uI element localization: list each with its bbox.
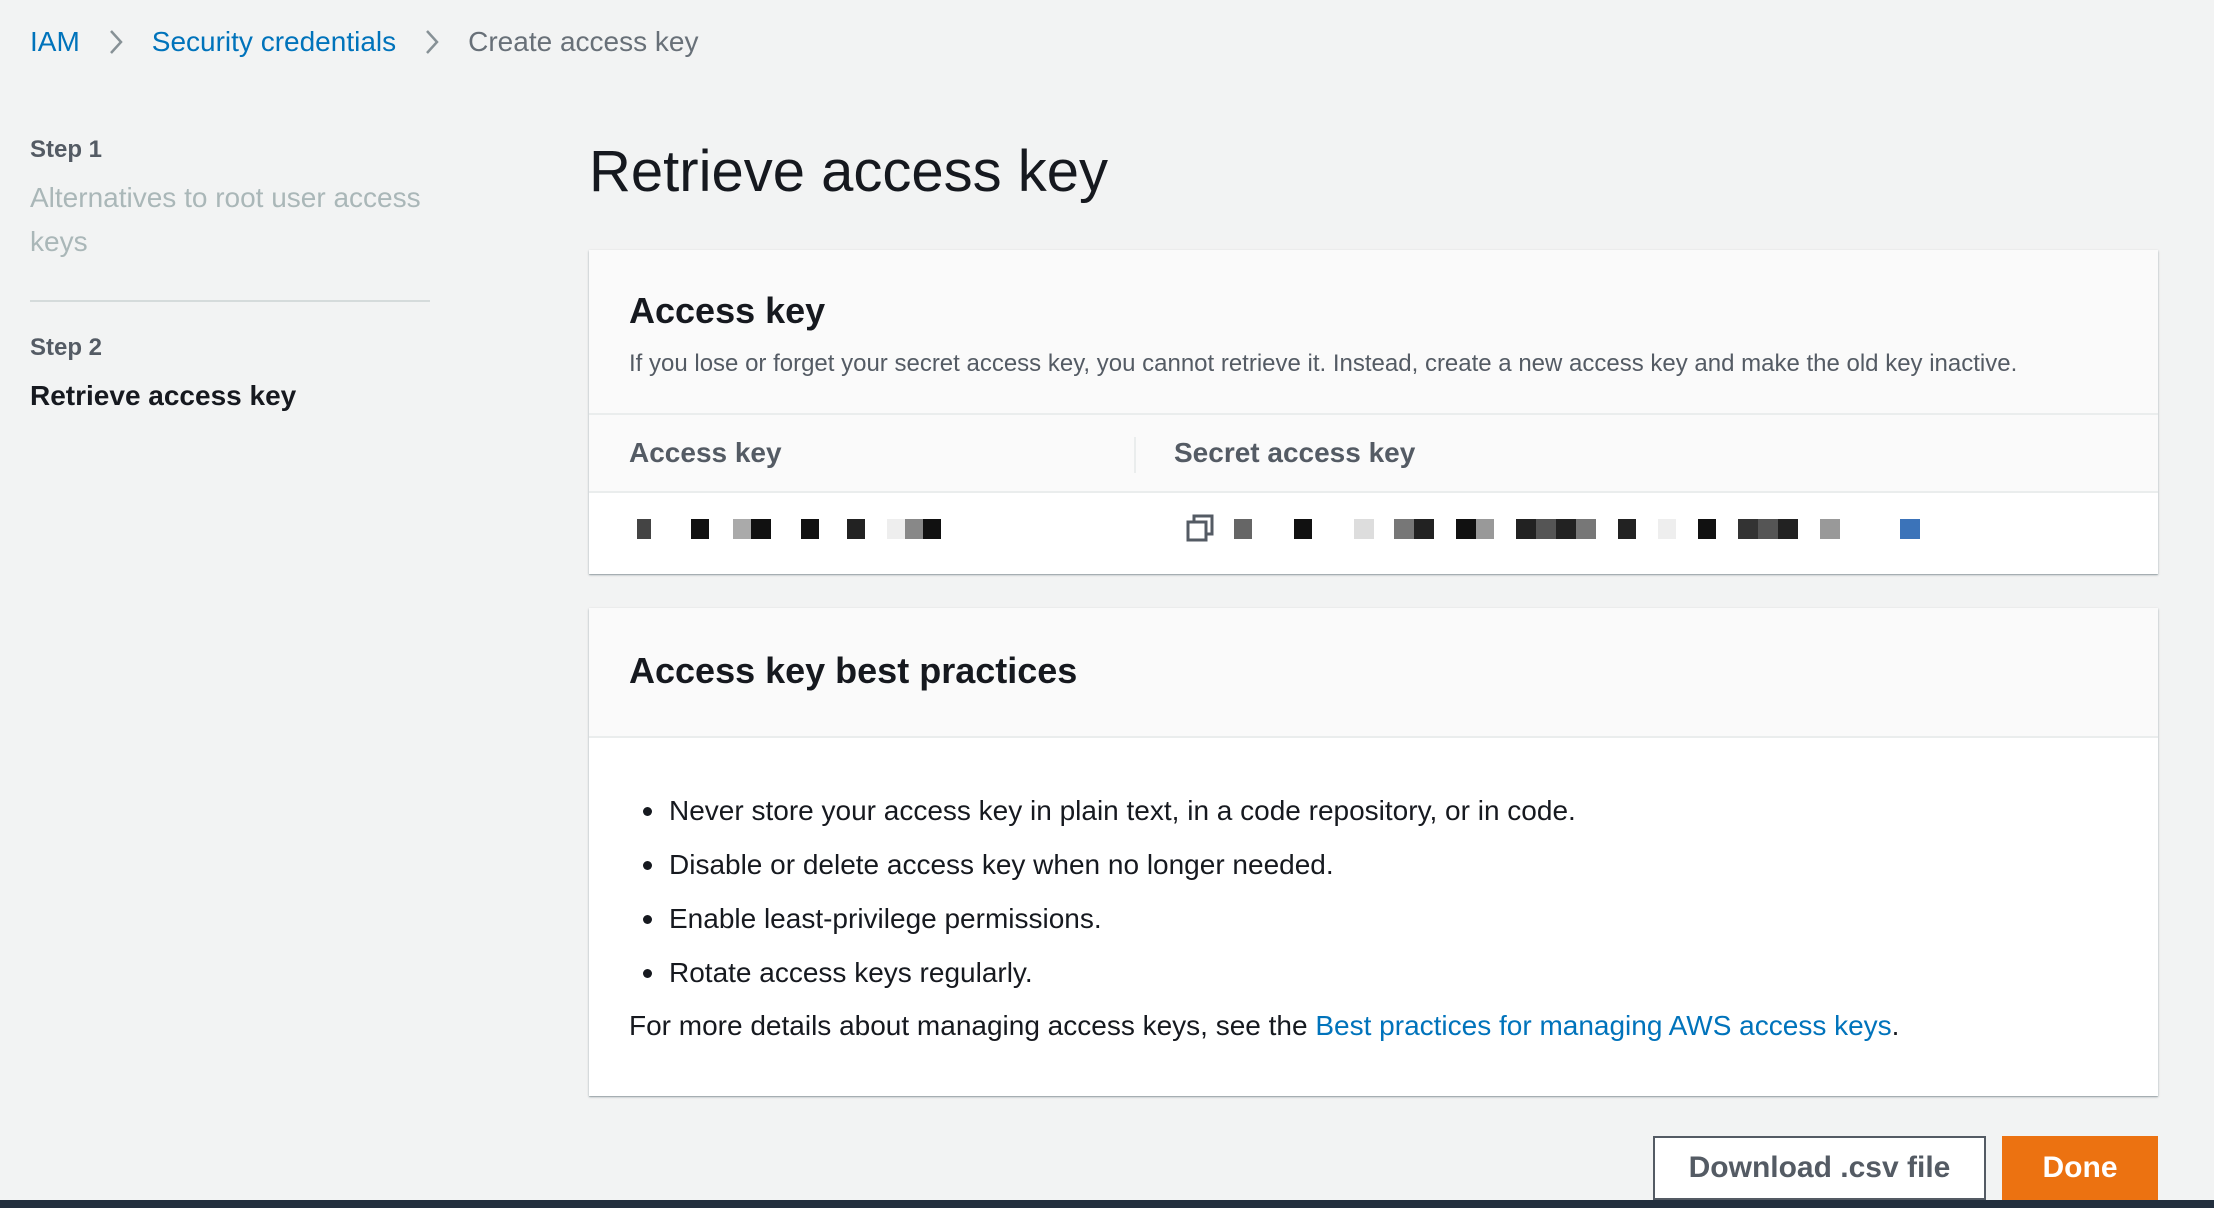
step-1: Step 1 Alternatives to root user access … [30, 136, 430, 264]
best-practices-link[interactable]: Best practices for managing AWS access k… [1315, 1010, 1891, 1041]
step-divider [30, 300, 430, 302]
access-key-panel-header: Access key If you lose or forget your se… [589, 250, 2158, 415]
copy-icon[interactable] [1185, 513, 1215, 543]
best-practices-list: Never store your access key in plain tex… [589, 738, 2158, 1000]
access-key-panel: Access key If you lose or forget your se… [589, 250, 2158, 574]
breadcrumb-iam-link[interactable]: IAM [30, 26, 80, 58]
step-2-number: Step 2 [30, 334, 103, 361]
list-item: Never store your access key in plain tex… [629, 784, 2118, 838]
list-item: Rotate access keys regularly. [629, 946, 2118, 1000]
breadcrumb-current: Create access key [468, 26, 699, 57]
page: IAM Security credentials Create access k… [0, 0, 2214, 1208]
best-practices-more-info: For more details about managing access k… [589, 1000, 2158, 1042]
step-2: Step 2 Retrieve access key [30, 334, 430, 418]
wizard-steps: Step 1 Alternatives to root user access … [30, 136, 430, 418]
breadcrumb-security-credentials-link[interactable]: Security credentials [152, 26, 396, 58]
step-1-number: Step 1 [30, 136, 103, 163]
bottom-bar [0, 1200, 2214, 1208]
access-key-table-header: Access key Secret access key [589, 415, 2158, 493]
access-key-panel-title: Access key [629, 290, 826, 331]
more-info-prefix: For more details about managing access k… [629, 1010, 1316, 1041]
breadcrumb: IAM Security credentials Create access k… [30, 22, 698, 62]
list-item: Enable least-privilege permissions. [629, 892, 2118, 946]
access-key-panel-description: If you lose or forget your secret access… [629, 350, 2018, 377]
step-1-title: Alternatives to root user access keys [30, 182, 421, 257]
more-info-suffix: . [1891, 1010, 1900, 1041]
column-divider [1134, 437, 1136, 473]
chevron-right-icon [396, 29, 468, 55]
chevron-right-icon [80, 29, 152, 55]
access-key-table-row [589, 493, 2158, 572]
best-practices-panel-header: Access key best practices [589, 608, 2158, 738]
secret-access-key-column-header: Secret access key [1174, 437, 1416, 468]
access-key-column-header: Access key [629, 437, 782, 468]
step-2-title: Retrieve access key [30, 380, 297, 411]
list-item: Disable or delete access key when no lon… [629, 838, 2118, 892]
done-button[interactable]: Done [2002, 1136, 2158, 1200]
best-practices-panel-title: Access key best practices [629, 650, 1078, 691]
access-key-value-redacted [637, 519, 941, 539]
page-title: Retrieve access key [589, 139, 1108, 204]
best-practices-panel: Access key best practices Never store yo… [589, 608, 2158, 1096]
download-csv-button[interactable]: Download .csv file [1653, 1136, 1986, 1200]
secret-access-key-value-redacted [1234, 519, 1920, 539]
